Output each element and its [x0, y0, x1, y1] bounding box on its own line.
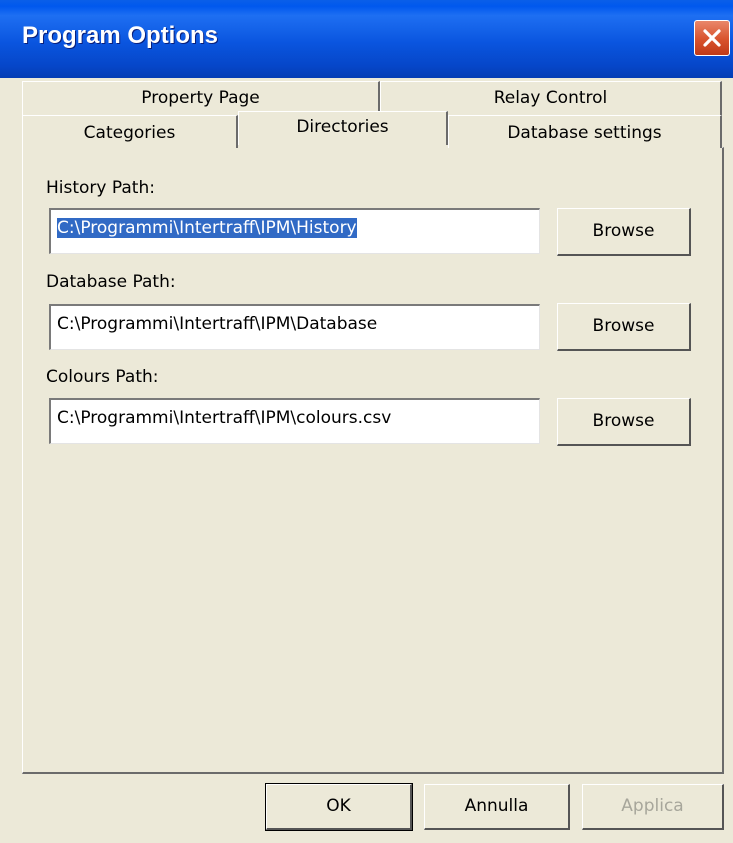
database-path-value: C:\Programmi\Intertraff\IPM\Database: [57, 314, 378, 334]
tab-property-page-label: Property Page: [141, 88, 260, 108]
colours-path-label: Colours Path:: [46, 367, 159, 387]
colours-browse-button[interactable]: Browse: [557, 398, 691, 446]
colours-browse-label: Browse: [592, 411, 655, 431]
ok-button[interactable]: OK: [265, 783, 413, 831]
tab-relay-control[interactable]: Relay Control: [380, 81, 722, 115]
history-path-label: History Path:: [46, 178, 155, 198]
colours-path-input[interactable]: C:\Programmi\Intertraff\IPM\colours.csv: [49, 398, 540, 444]
window-title: Program Options: [22, 22, 219, 49]
title-bar[interactable]: Program Options: [0, 0, 733, 78]
apply-label: Applica: [621, 796, 684, 816]
tab-relay-control-label: Relay Control: [493, 88, 608, 108]
tab-categories[interactable]: Categories: [22, 115, 238, 148]
tab-property-page[interactable]: Property Page: [22, 81, 380, 115]
tab-directories-label: Directories: [296, 117, 389, 137]
tab-database-settings[interactable]: Database settings: [448, 115, 722, 148]
history-browse-label: Browse: [592, 221, 655, 241]
colours-path-value: C:\Programmi\Intertraff\IPM\colours.csv: [57, 408, 392, 428]
history-path-input[interactable]: C:\Programmi\Intertraff\IPM\History: [49, 208, 540, 254]
tab-categories-label: Categories: [83, 123, 176, 143]
database-browse-label: Browse: [592, 316, 655, 336]
history-path-value: C:\Programmi\Intertraff\IPM\History: [57, 218, 357, 238]
cancel-label: Annulla: [464, 796, 529, 816]
database-browse-button[interactable]: Browse: [557, 303, 691, 351]
database-path-input[interactable]: C:\Programmi\Intertraff\IPM\Database: [49, 304, 540, 350]
apply-button[interactable]: Applica: [582, 784, 724, 830]
ok-label: OK: [326, 796, 351, 816]
selected-tab-join: [238, 145, 448, 151]
close-x-icon: [703, 29, 721, 47]
database-path-label: Database Path:: [46, 272, 176, 292]
cancel-button[interactable]: Annulla: [424, 784, 570, 830]
close-button[interactable]: [694, 20, 730, 56]
history-browse-button[interactable]: Browse: [557, 208, 691, 256]
tab-database-settings-label: Database settings: [507, 123, 662, 143]
program-options-dialog: Program Options Property Page Relay Cont…: [0, 0, 733, 843]
